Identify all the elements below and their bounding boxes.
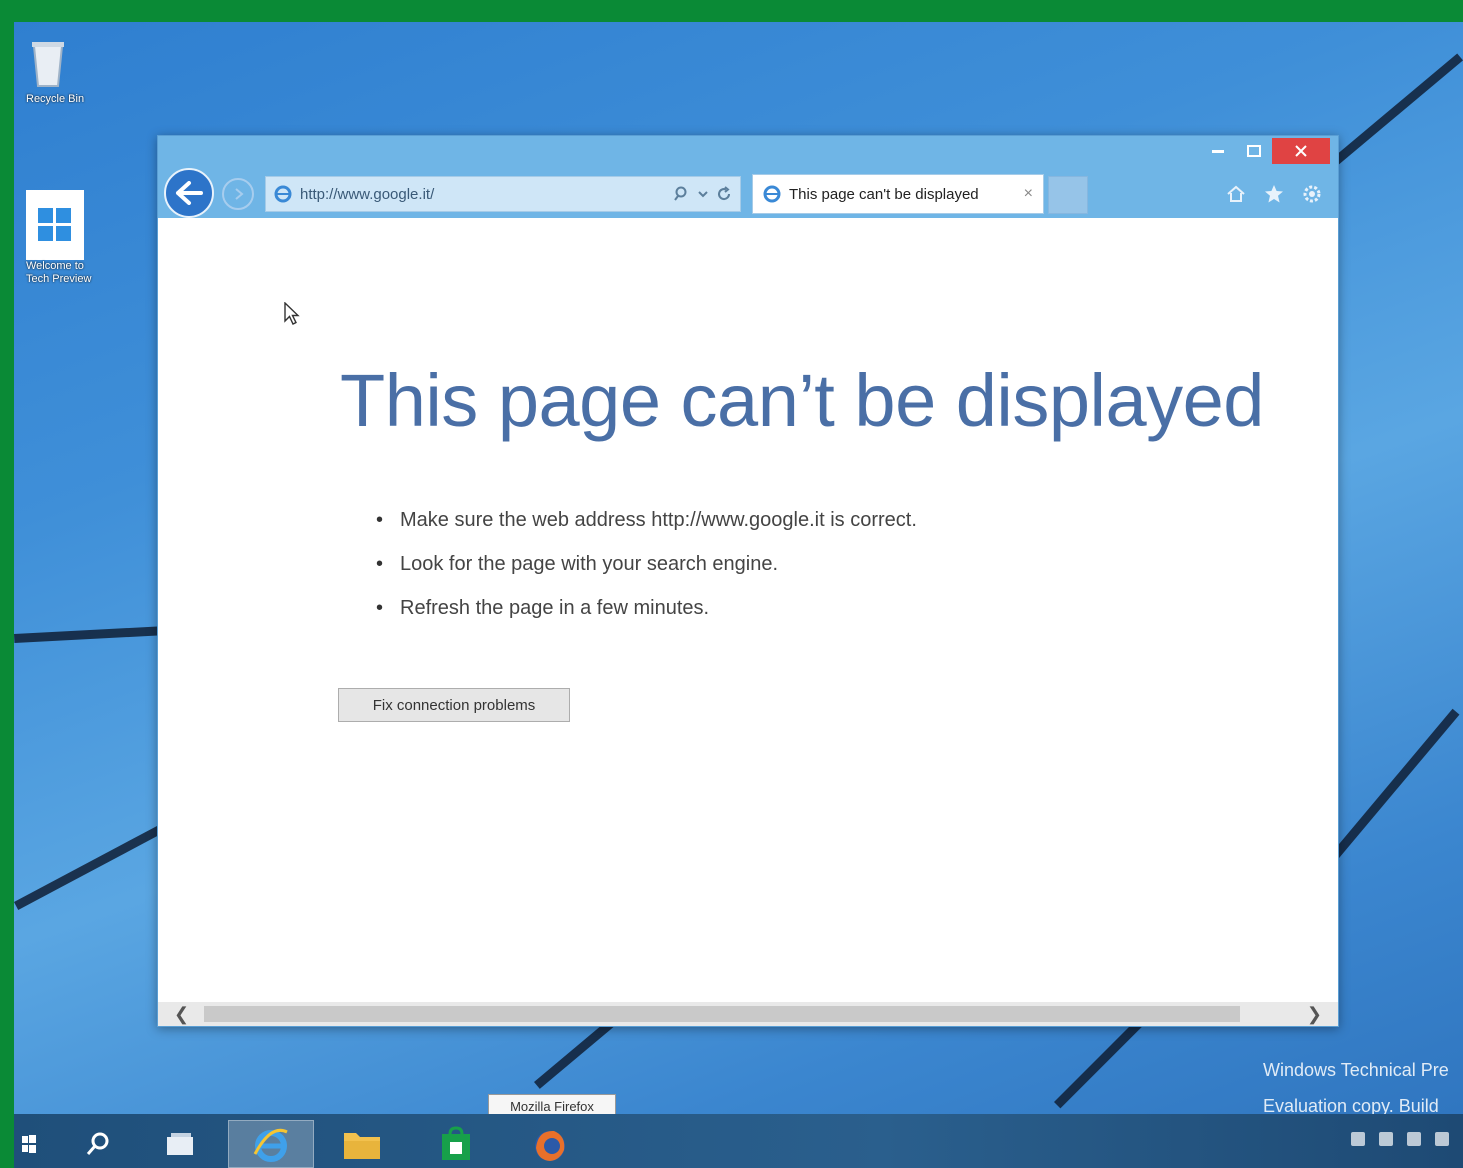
address-text[interactable]: http://www.google.it/ <box>300 186 674 203</box>
list-item: Make sure the web address http://www.goo… <box>376 498 917 542</box>
address-bar[interactable]: http://www.google.it/ <box>265 176 741 212</box>
back-button[interactable] <box>164 168 214 218</box>
desktop-bg-line <box>1324 708 1460 868</box>
desktop-bg-line <box>14 625 175 643</box>
watermark-line-1: Windows Technical Pre <box>1263 1060 1449 1080</box>
recycle-bin-desktop-icon[interactable]: Recycle Bin <box>14 36 94 106</box>
maximize-button[interactable] <box>1236 138 1272 164</box>
page-title: This page can’t be displayed <box>340 359 1264 442</box>
browser-right-icons <box>1224 182 1324 206</box>
internet-explorer-window: http://www.google.it/ This page can't be… <box>157 135 1339 1027</box>
page-content: This page can’t be displayed Make sure t… <box>158 218 1338 1004</box>
favorites-button[interactable] <box>1262 182 1286 206</box>
windows-logo-icon <box>22 1135 36 1153</box>
minimize-icon <box>1212 150 1224 153</box>
taskbar-internet-explorer[interactable] <box>228 1120 314 1168</box>
taskbar-task-view[interactable] <box>152 1120 208 1168</box>
taskbar-file-explorer[interactable] <box>334 1120 390 1168</box>
tab-close-icon[interactable]: × <box>1024 185 1033 203</box>
tray-flag-icon[interactable] <box>1379 1132 1393 1146</box>
desktop: Recycle Bin Welcome to Tech Preview http… <box>14 22 1463 1168</box>
browser-toolbar: http://www.google.it/ This page can't be… <box>158 164 1338 218</box>
tray-network-icon[interactable] <box>1407 1132 1421 1146</box>
tray-volume-icon[interactable] <box>1435 1132 1449 1146</box>
star-icon <box>1265 185 1283 203</box>
firefox-icon <box>535 1130 565 1161</box>
minimize-button[interactable] <box>1200 138 1236 164</box>
taskbar-store[interactable] <box>428 1120 484 1168</box>
windows-logo-icon <box>26 190 84 260</box>
gear-icon <box>1303 185 1321 203</box>
refresh-icon[interactable] <box>716 186 732 202</box>
task-view-icon <box>167 1133 193 1155</box>
maximize-icon <box>1247 145 1261 157</box>
store-icon <box>442 1126 470 1160</box>
taskbar-search[interactable] <box>70 1120 126 1168</box>
fix-connection-button[interactable]: Fix connection problems <box>338 688 570 722</box>
scroll-right-icon[interactable]: ❯ <box>1307 1004 1322 1025</box>
search-icon <box>86 1132 109 1155</box>
tab-title: This page can't be displayed <box>789 185 979 203</box>
desktop-bg-line <box>1054 1017 1146 1109</box>
ie-logo-icon <box>274 185 292 203</box>
recycle-bin-label: Recycle Bin <box>26 93 85 105</box>
green-frame: Recycle Bin Welcome to Tech Preview http… <box>0 0 1463 1168</box>
welcome-desktop-icon[interactable]: Welcome to Tech Preview <box>14 190 94 286</box>
home-button[interactable] <box>1224 182 1248 206</box>
ie-logo-icon <box>253 1128 288 1162</box>
arrow-right-icon <box>235 188 244 200</box>
home-icon <box>1227 185 1245 202</box>
horizontal-scrollbar[interactable]: ❮ ❯ <box>158 1002 1338 1026</box>
settings-button[interactable] <box>1300 182 1324 206</box>
taskbar-firefox[interactable] <box>522 1120 578 1168</box>
address-tools <box>674 186 732 202</box>
close-icon <box>1295 145 1307 157</box>
taskbar <box>14 1114 1463 1168</box>
suggestion-list: Make sure the web address http://www.goo… <box>376 498 917 630</box>
chevron-down-icon[interactable] <box>698 190 708 198</box>
scrollbar-thumb[interactable] <box>204 1006 1240 1022</box>
system-tray <box>1351 1132 1449 1146</box>
new-tab-button[interactable] <box>1048 176 1088 214</box>
mouse-cursor-icon <box>284 302 300 325</box>
desktop-bg-line <box>14 822 169 910</box>
tab-error-page[interactable]: This page can't be displayed × <box>752 174 1044 214</box>
forward-button[interactable] <box>222 178 254 210</box>
list-item: Look for the page with your search engin… <box>376 542 917 586</box>
close-button[interactable] <box>1272 138 1330 164</box>
search-icon[interactable] <box>674 186 690 202</box>
welcome-icon-label: Welcome to Tech Preview <box>26 260 92 285</box>
arrow-left-icon <box>176 181 203 205</box>
list-item: Refresh the page in a few minutes. <box>376 586 917 630</box>
start-button[interactable] <box>14 1120 44 1168</box>
recycle-bin-icon <box>32 42 64 87</box>
caption-buttons <box>1200 138 1330 164</box>
ie-logo-icon <box>763 185 781 203</box>
folder-icon <box>344 1133 380 1159</box>
tray-chevron-icon[interactable] <box>1351 1132 1365 1146</box>
scroll-left-icon[interactable]: ❮ <box>174 1004 189 1025</box>
